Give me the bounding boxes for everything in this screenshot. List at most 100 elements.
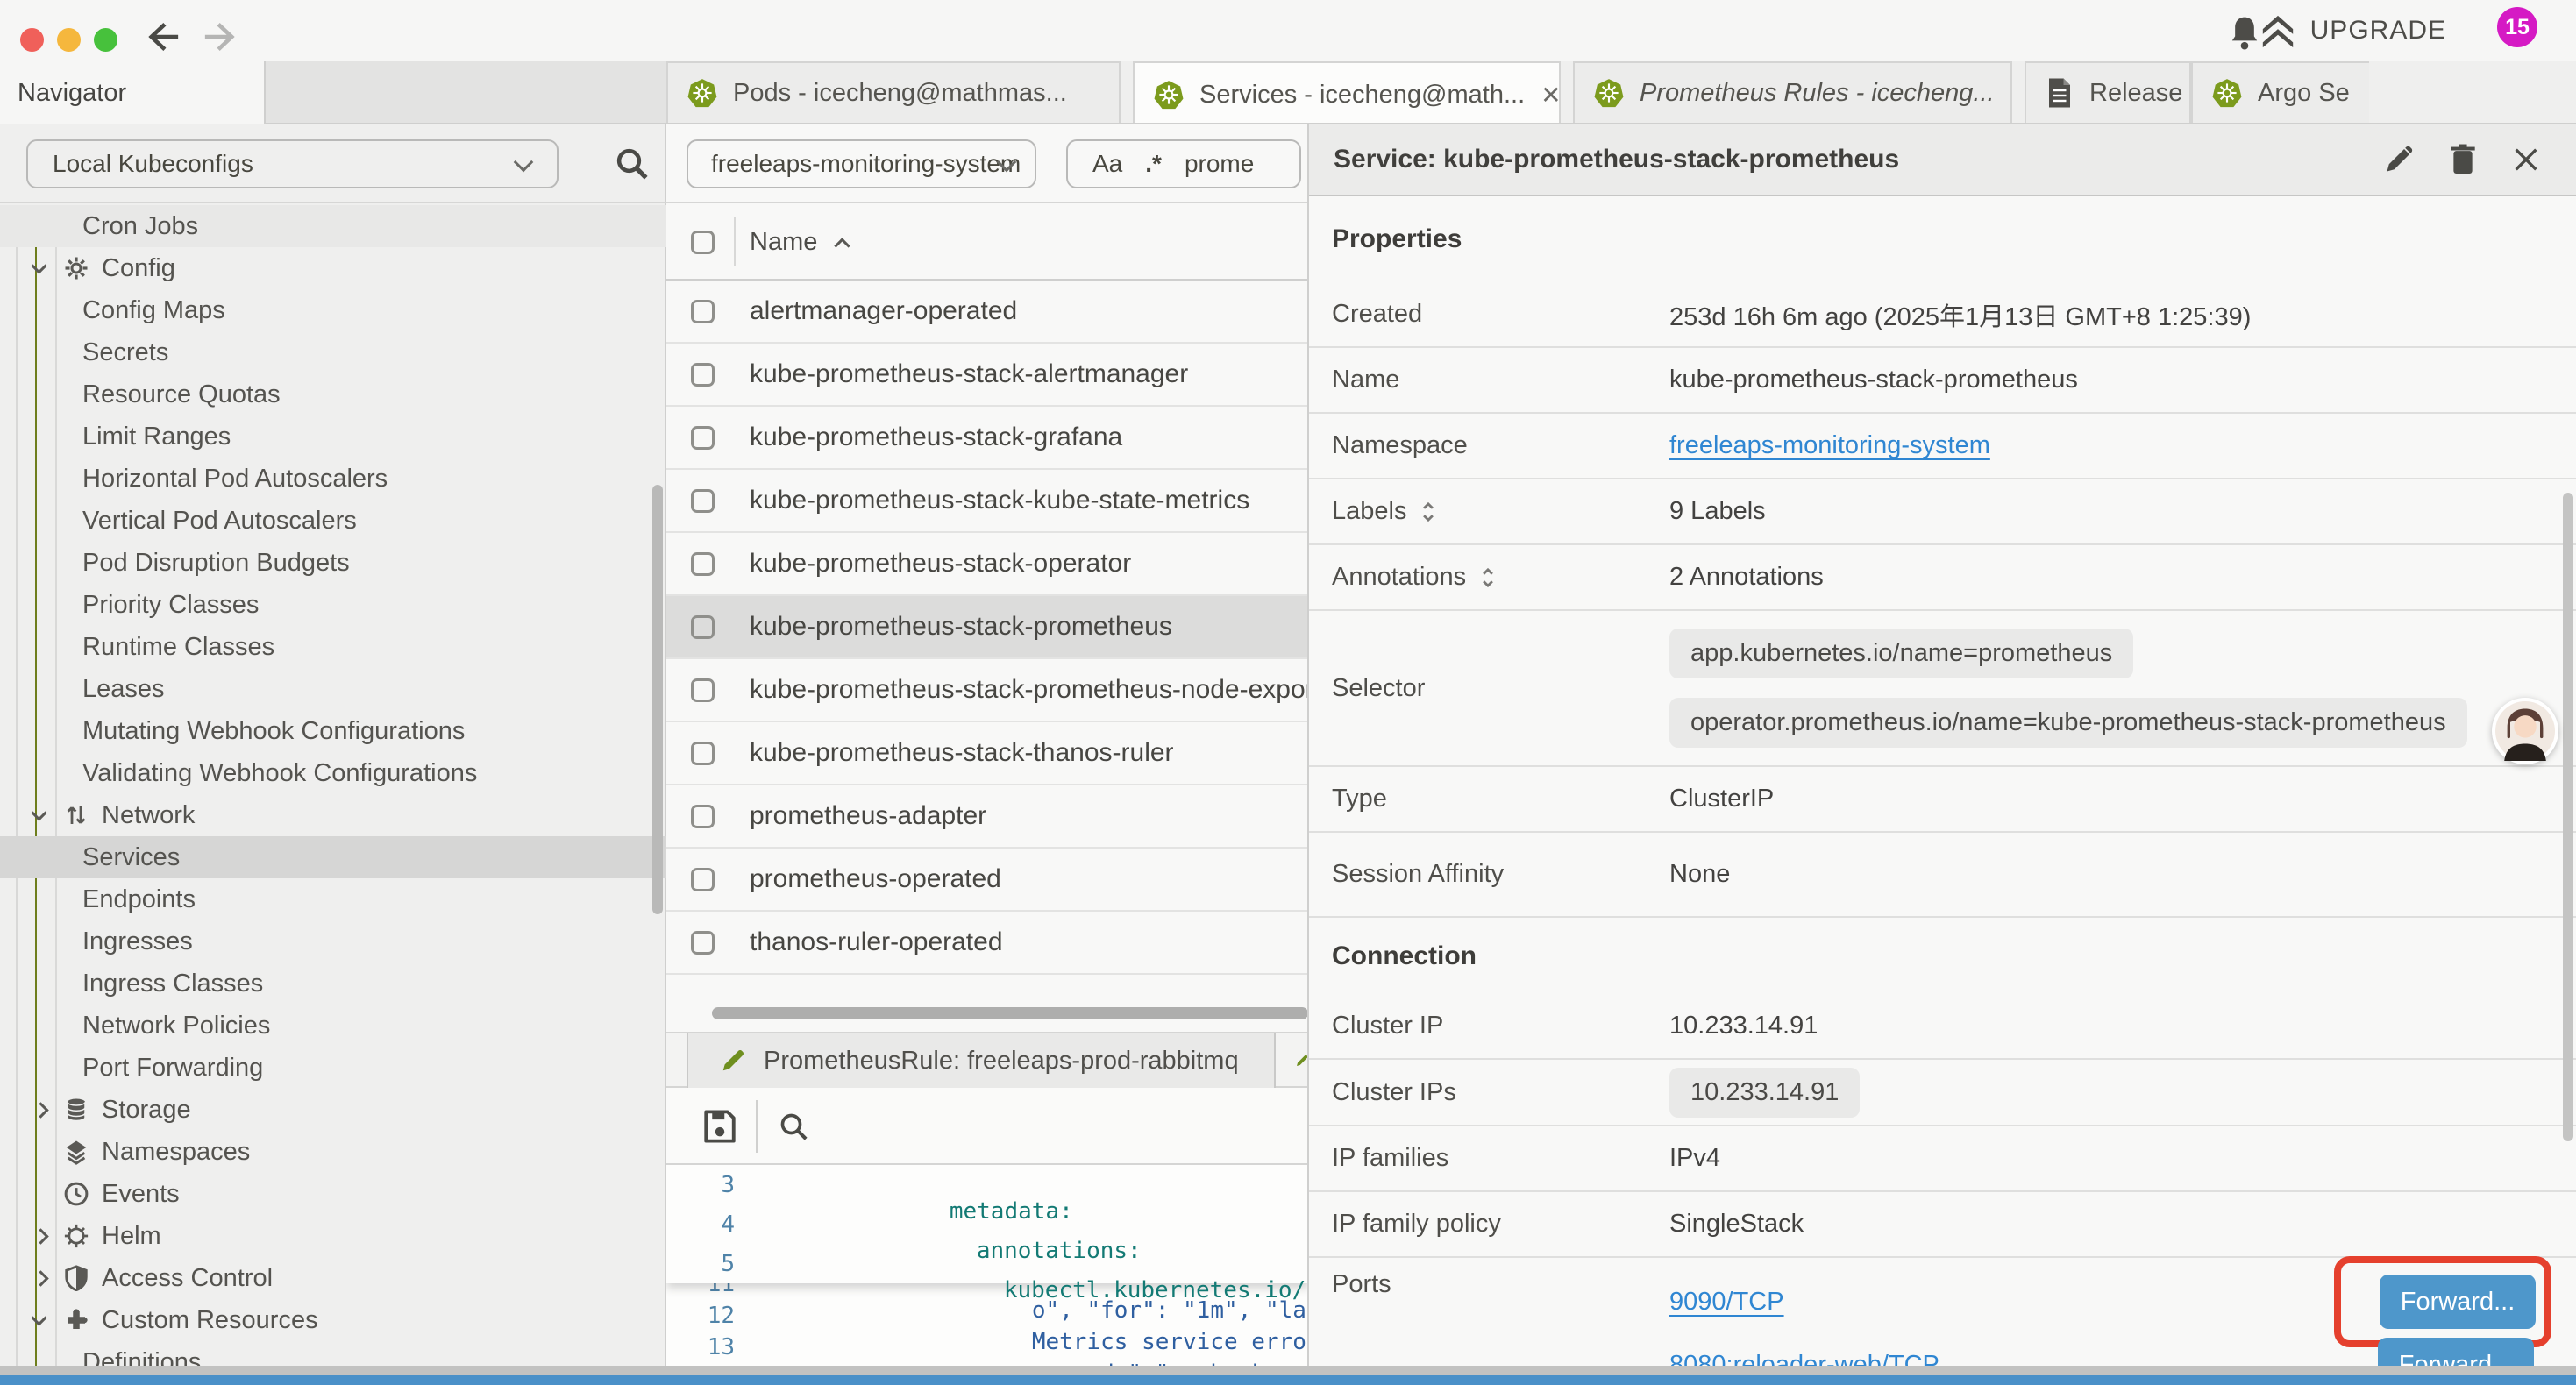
row-checkbox[interactable] [691, 615, 715, 639]
sidebar-item[interactable]: Validating Webhook Configurations [0, 752, 666, 794]
workspace-tab[interactable]: Pods - icecheng@mathmas... [666, 61, 1121, 124]
sidebar-item[interactable]: Vertical Pod Autoscalers [0, 500, 666, 542]
sidebar-item[interactable]: Runtime Classes [0, 626, 666, 668]
workspace-tab[interactable]: Services - icecheng@math... ✕ [1133, 61, 1561, 124]
horizontal-scrollbar[interactable] [712, 1007, 1308, 1019]
service-row[interactable]: kube-prometheus-stack-operator [666, 533, 1309, 596]
filter-input[interactable]: Aa .* prome [1066, 139, 1301, 188]
back-icon[interactable] [143, 19, 183, 54]
line-number: 13 [666, 1334, 735, 1360]
row-checkbox[interactable] [691, 426, 715, 450]
service-name: kube-prometheus-stack-thanos-ruler [750, 738, 1174, 768]
row-checkbox[interactable] [691, 742, 715, 765]
row-checkbox[interactable] [691, 678, 715, 702]
sidebar-item[interactable]: Custom Resources [0, 1299, 666, 1341]
sidebar-search-icon[interactable] [614, 146, 651, 182]
sort-updown-icon[interactable] [1478, 565, 1498, 590]
sidebar-item[interactable]: Priority Classes [0, 584, 666, 626]
name-column-header[interactable]: Name [750, 228, 817, 257]
sidebar-item[interactable]: Helm [0, 1215, 666, 1257]
service-row[interactable]: kube-prometheus-stack-kube-state-metrics [666, 470, 1309, 533]
chevron-down-icon[interactable] [33, 265, 63, 272]
close-tab-icon[interactable]: ✕ [1541, 81, 1561, 110]
service-row[interactable]: kube-prometheus-stack-thanos-ruler [666, 722, 1309, 785]
workspace-tab[interactable]: Prometheus Rules - icecheng... [1573, 61, 2012, 124]
kubeconfig-selector[interactable]: Local Kubeconfigs [26, 139, 559, 188]
sidebar-item[interactable]: Config Maps [0, 289, 666, 331]
service-row[interactable]: prometheus-adapter [666, 785, 1309, 849]
sidebar-item[interactable]: Secrets [0, 331, 666, 373]
chevron-right-icon[interactable] [33, 1231, 63, 1242]
row-checkbox[interactable] [691, 805, 715, 828]
row-checkbox[interactable] [691, 300, 715, 323]
sidebar-item[interactable]: Services [0, 836, 666, 878]
sidebar-item[interactable]: Limit Ranges [0, 416, 666, 458]
sort-ascending-icon[interactable] [835, 238, 850, 253]
detail-row: Selector app.kubernetes.io/name=promethe… [1309, 611, 2576, 767]
sidebar-item[interactable]: Storage [0, 1089, 666, 1131]
sidebar-item[interactable]: Endpoints [0, 878, 666, 920]
sidebar-item[interactable]: Horizontal Pod Autoscalers [0, 458, 666, 500]
namespace-link[interactable]: freeleaps-monitoring-system [1669, 431, 1990, 459]
navigator-tab[interactable]: Navigator [0, 61, 266, 124]
select-all-checkbox[interactable] [691, 231, 715, 254]
sidebar-item[interactable]: Mutating Webhook Configurations [0, 710, 666, 752]
upgrade-button[interactable]: UPGRADE [2258, 12, 2446, 49]
sidebar-item[interactable]: Network [0, 794, 666, 836]
service-row[interactable]: prometheus-operated [666, 849, 1309, 912]
detail-panel-scrollbar[interactable] [2563, 493, 2573, 1141]
service-row[interactable]: kube-prometheus-stack-alertmanager [666, 344, 1309, 407]
editor-search-icon[interactable] [776, 1109, 811, 1144]
row-checkbox[interactable] [691, 868, 715, 891]
sort-updown-icon[interactable] [1419, 500, 1438, 524]
row-checkbox[interactable] [691, 363, 715, 387]
chevron-down-icon[interactable] [33, 812, 63, 819]
port-link[interactable]: 9090/TCP [1669, 1288, 1784, 1317]
maximize-window-button[interactable] [94, 28, 117, 52]
save-icon[interactable] [701, 1107, 738, 1146]
yaml-editor[interactable]: 11 o", "for": "1m", "labels": { "service… [666, 1165, 1309, 1385]
detail-row-label: IP families [1332, 1144, 1448, 1173]
editor-tab[interactable]: PrometheusRule: freeleaps-prod-rabbitmq [687, 1033, 1276, 1088]
close-panel-icon[interactable] [2511, 145, 2541, 174]
chevron-right-icon[interactable] [33, 1104, 63, 1116]
sidebar-item[interactable]: Network Policies [0, 1005, 666, 1047]
row-checkbox[interactable] [691, 552, 715, 576]
sidebar-scrollbar[interactable] [652, 485, 663, 914]
service-row[interactable]: alertmanager-operated [666, 281, 1309, 344]
sidebar-item[interactable]: Namespaces [0, 1131, 666, 1173]
avatar[interactable] [2492, 698, 2558, 764]
row-checkbox[interactable] [691, 931, 715, 955]
minimize-window-button[interactable] [57, 28, 81, 52]
sidebar-item[interactable]: Ingresses [0, 920, 666, 962]
sidebar-item[interactable]: Resource Quotas [0, 373, 666, 416]
sidebar-item[interactable]: Ingress Classes [0, 962, 666, 1005]
service-row[interactable]: kube-prometheus-stack-prometheus-node-ex… [666, 659, 1309, 722]
service-row[interactable]: kube-prometheus-stack-grafana [666, 407, 1309, 470]
sidebar-item[interactable]: Config [0, 247, 666, 289]
service-row[interactable]: thanos-ruler-operated [666, 912, 1309, 975]
workspace-tab[interactable]: Release Notes [2025, 61, 2191, 124]
forward-button[interactable]: Forward... [2380, 1275, 2536, 1329]
sidebar-item[interactable]: Cron Jobs [0, 205, 666, 247]
regex-toggle[interactable]: .* [1145, 150, 1162, 178]
sidebar-item[interactable]: Port Forwarding [0, 1047, 666, 1089]
editor-tab-partial[interactable] [1279, 1033, 1309, 1088]
notification-count-badge[interactable]: 15 [2497, 7, 2537, 47]
edit-pencil-icon[interactable] [2383, 144, 2415, 175]
chevron-right-icon[interactable] [33, 1273, 63, 1284]
chevron-down-icon[interactable] [33, 1317, 63, 1324]
delete-trash-icon[interactable] [2448, 143, 2478, 176]
forward-icon[interactable] [200, 19, 240, 54]
close-window-button[interactable] [20, 28, 44, 52]
header-divider [734, 217, 736, 266]
match-case-toggle[interactable]: Aa [1092, 150, 1122, 178]
sidebar-item[interactable]: Leases [0, 668, 666, 710]
row-checkbox[interactable] [691, 489, 715, 513]
service-row[interactable]: kube-prometheus-stack-prometheus [666, 596, 1309, 659]
sidebar-item[interactable]: Access Control [0, 1257, 666, 1299]
sidebar-item[interactable]: Pod Disruption Budgets [0, 542, 666, 584]
namespace-selector[interactable]: freeleaps-monitoring-system [687, 139, 1036, 188]
sidebar-item[interactable]: Events [0, 1173, 666, 1215]
workspace-tab[interactable]: Argo Se [2191, 61, 2369, 124]
